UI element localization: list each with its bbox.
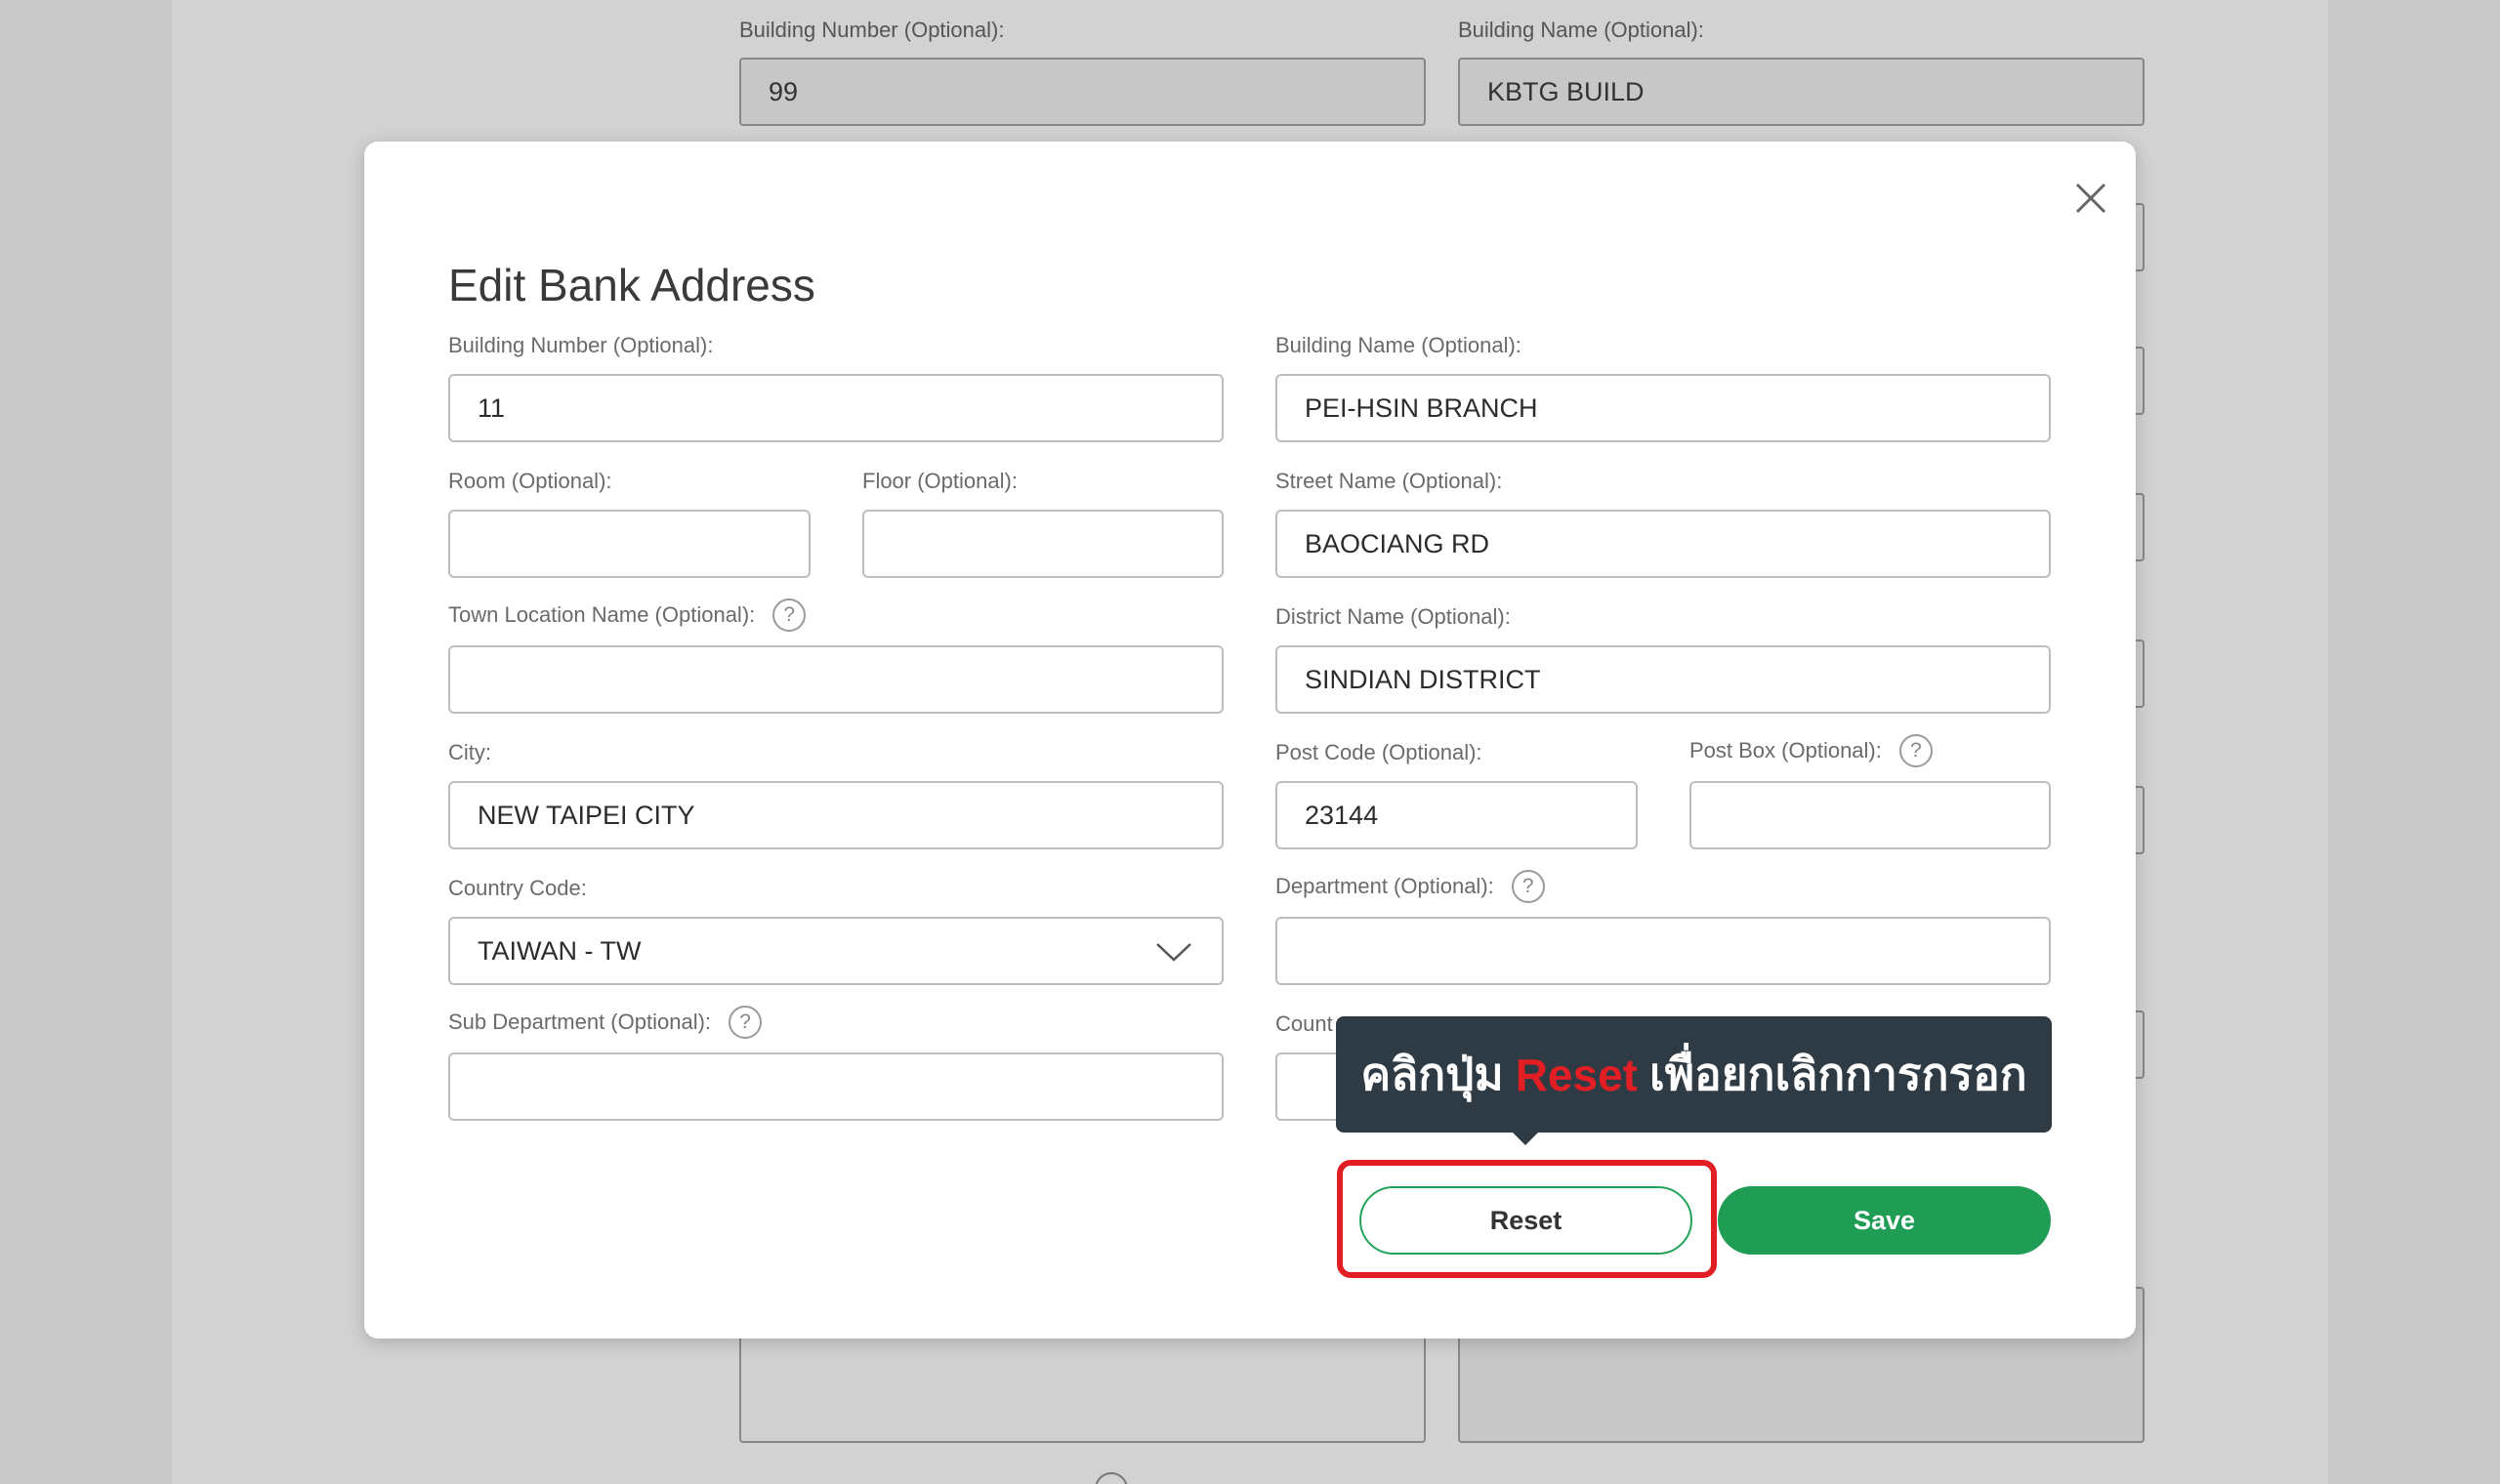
- tooltip-text-before: คลิกปุ่ม: [1360, 1049, 1504, 1099]
- sub-department-input[interactable]: [448, 1052, 1224, 1121]
- department-input[interactable]: [1275, 917, 2051, 985]
- floor-input[interactable]: [862, 510, 1224, 578]
- room-label: Room (Optional):: [448, 469, 612, 493]
- floor-label: Floor (Optional):: [862, 469, 1018, 493]
- building-name-label: Building Name (Optional):: [1275, 333, 1521, 357]
- tooltip-arrow: [1512, 1132, 1539, 1145]
- building-number-label: Building Number (Optional):: [448, 333, 714, 357]
- country-code-label: Country Code:: [448, 876, 587, 900]
- building-name-input[interactable]: PEI-HSIN BRANCH: [1275, 374, 2051, 442]
- street-name-label: Street Name (Optional):: [1275, 469, 1503, 493]
- tooltip-text-accent: Reset: [1515, 1049, 1638, 1100]
- chevron-down-icon: [1155, 940, 1192, 970]
- help-icon[interactable]: ?: [729, 1006, 763, 1039]
- tooltip-text-after: เพื่อยกเลิกการกรอก: [1648, 1049, 2027, 1099]
- country-sub-division-label: Count: [1275, 1011, 1333, 1036]
- building-number-input[interactable]: 11: [448, 374, 1224, 442]
- sub-department-label: Sub Department (Optional): ?: [448, 1006, 763, 1039]
- save-button[interactable]: Save: [1718, 1186, 2051, 1255]
- town-location-input[interactable]: [448, 645, 1224, 714]
- instruction-tooltip: คลิกปุ่ม Reset เพื่อยกเลิกการกรอก: [1336, 1016, 2052, 1133]
- city-label: City:: [448, 740, 491, 764]
- room-input[interactable]: [448, 510, 811, 578]
- post-box-label: Post Box (Optional): ?: [1689, 734, 1933, 767]
- country-code-value: TAIWAN - TW: [478, 935, 642, 966]
- help-icon[interactable]: ?: [1898, 734, 1933, 767]
- city-input[interactable]: NEW TAIPEI CITY: [448, 781, 1224, 849]
- modal-title: Edit Bank Address: [448, 260, 815, 310]
- district-name-input[interactable]: SINDIAN DISTRICT: [1275, 645, 2051, 714]
- bg-building-number-label: Building Number (Optional):: [739, 18, 1005, 42]
- country-code-select[interactable]: TAIWAN - TW: [448, 917, 1224, 985]
- bg-building-name-label: Building Name (Optional):: [1458, 18, 1704, 42]
- bg-building-name-field[interactable]: KBTG BUILD: [1458, 58, 2145, 126]
- post-code-input[interactable]: 23144: [1275, 781, 1638, 849]
- close-icon[interactable]: [2063, 171, 2118, 226]
- department-label: Department (Optional): ?: [1275, 870, 1545, 903]
- help-icon[interactable]: ?: [1511, 870, 1545, 903]
- reset-highlight-box: [1337, 1160, 1717, 1278]
- town-location-label: Town Location Name (Optional): ?: [448, 598, 807, 632]
- bg-help-icon: [1095, 1472, 1128, 1484]
- district-name-label: District Name (Optional):: [1275, 604, 1511, 629]
- post-code-label: Post Code (Optional):: [1275, 740, 1482, 764]
- post-box-input[interactable]: [1689, 781, 2051, 849]
- bg-building-number-field[interactable]: 99: [739, 58, 1426, 126]
- edit-bank-address-modal: Edit Bank Address Building Number (Optio…: [364, 142, 2136, 1339]
- help-icon[interactable]: ?: [772, 598, 807, 632]
- street-name-input[interactable]: BAOCIANG RD: [1275, 510, 2051, 578]
